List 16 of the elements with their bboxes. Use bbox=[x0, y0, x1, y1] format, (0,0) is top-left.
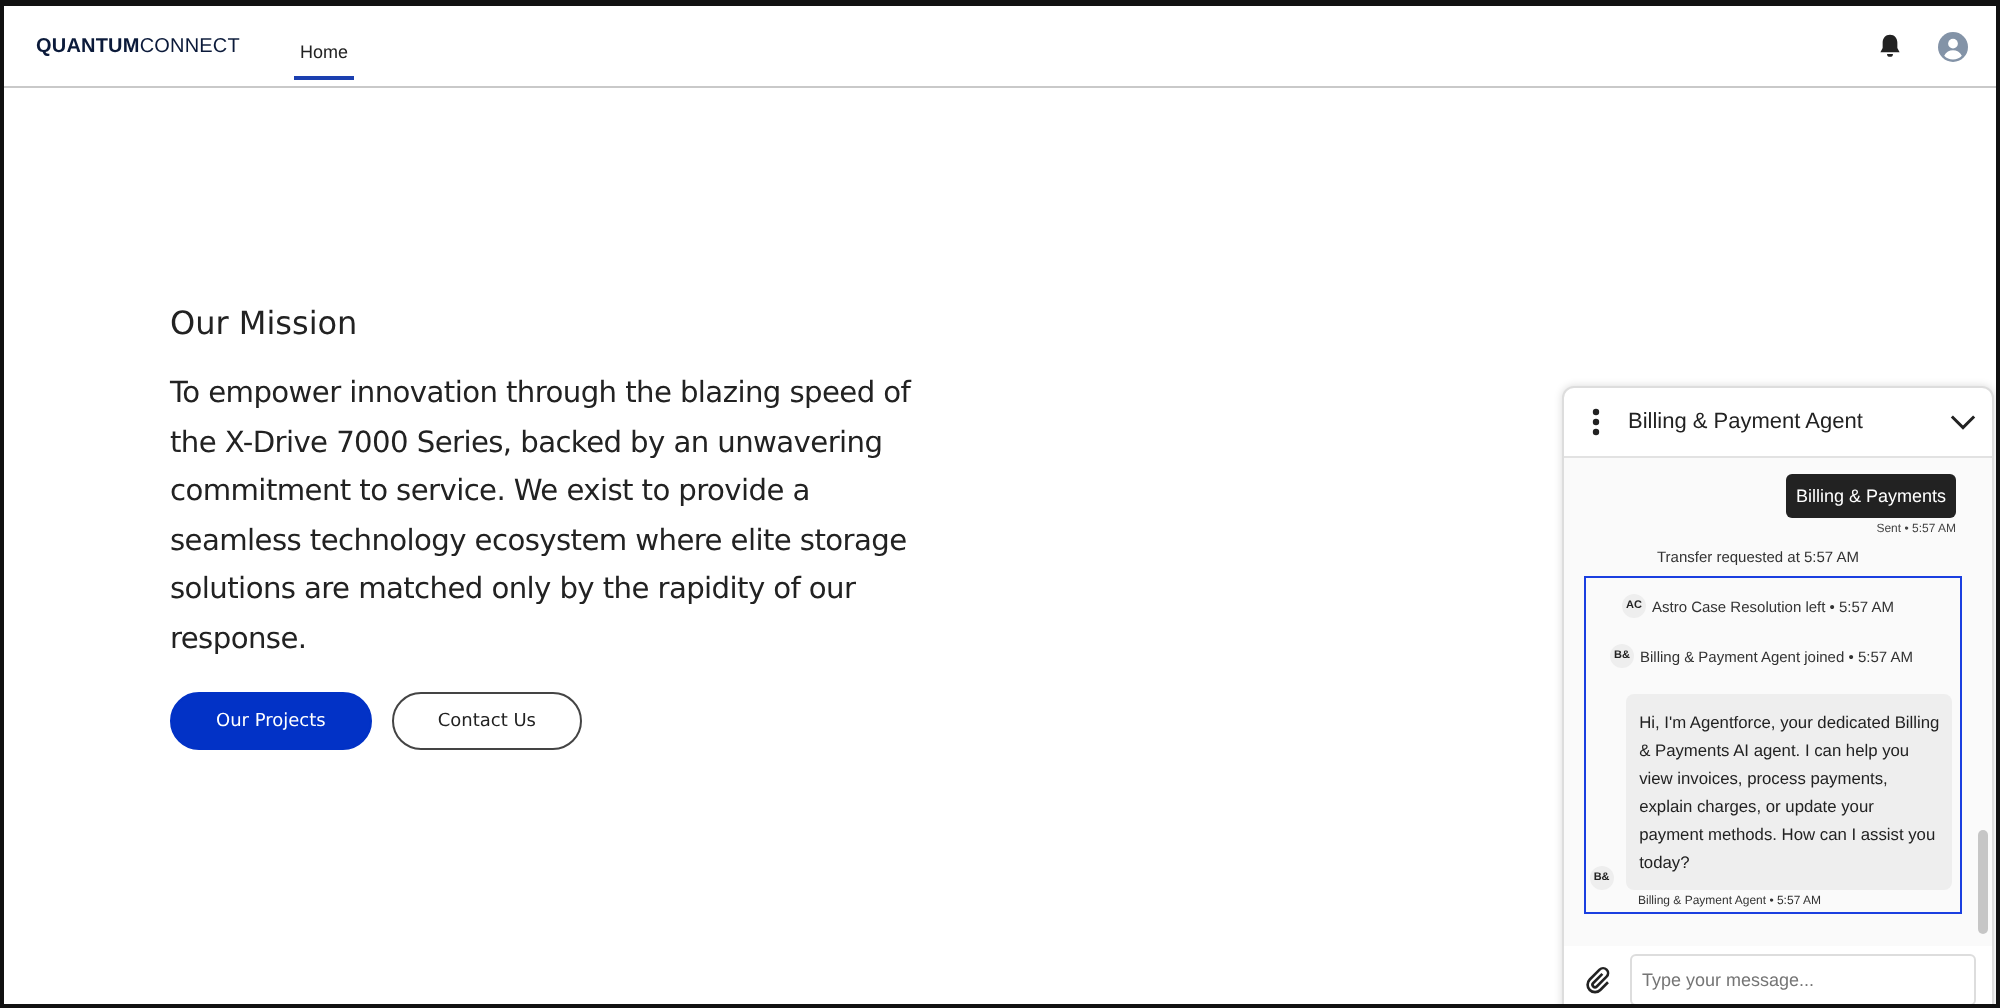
section-title: Our Mission bbox=[170, 304, 360, 342]
mission-text: To empower innovation through the blazing speed of the X-Drive 7000 Series, backed by an unwavering commitment to service. We exist to provide a seamless technology ecosystem where elite storage solutions are matched only by the rapidity of our response. bbox=[170, 374, 914, 659]
more-options-icon[interactable] bbox=[1592, 408, 1600, 436]
chat-title: Billing & Payment Agent bbox=[1628, 410, 1865, 434]
user-avatar-icon[interactable] bbox=[1938, 31, 1968, 61]
scrollbar-thumb[interactable] bbox=[1978, 830, 1988, 934]
contact-button[interactable]: Contact Us bbox=[391, 692, 582, 750]
message-input[interactable]: Type your message... bbox=[1630, 954, 1976, 1004]
projects-button[interactable]: Our Projects bbox=[170, 692, 372, 750]
bell-icon[interactable] bbox=[1876, 32, 1904, 60]
nav-tab[interactable]: Home bbox=[293, 21, 354, 79]
brand-logo[interactable]: QUANTUMCONNECT bbox=[36, 35, 240, 57]
sent-message: Billing & Payments bbox=[1785, 474, 1956, 518]
collapse-chevron-icon[interactable] bbox=[1950, 414, 1976, 430]
agent-message: Hi, I'm Agentforce, your dedicated Billing & Payments AI agent. I can help you view invoices, process payments, explain charges, or update your payment methods. How can I assist you today? bbox=[1625, 694, 1952, 890]
attachment-icon[interactable] bbox=[1584, 966, 1612, 994]
